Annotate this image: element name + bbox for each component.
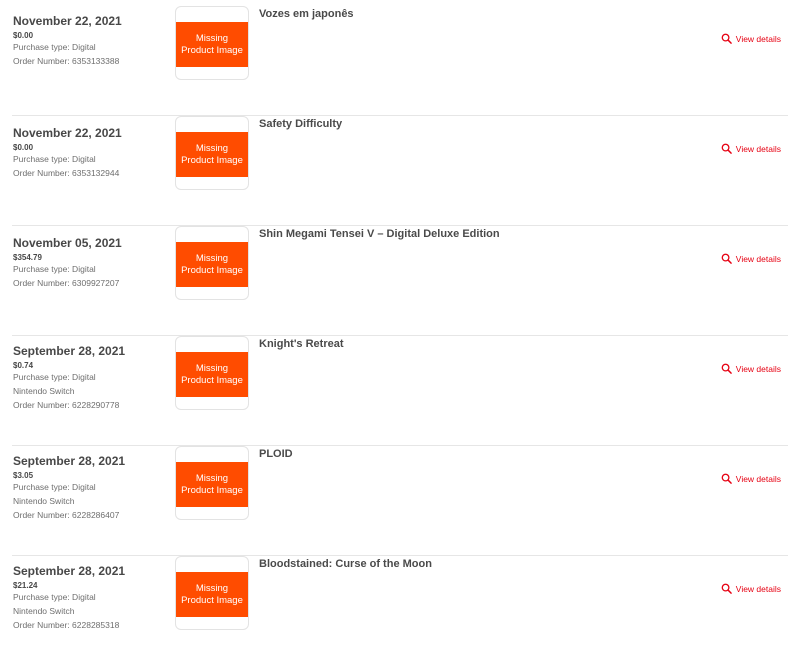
product-title[interactable]: Knight's Retreat (259, 338, 344, 350)
missing-product-image: Missing Product Image (176, 132, 248, 177)
view-details-link[interactable]: View details (721, 143, 781, 154)
order-row: September 28, 2021 $3.05 Purchase type: … (12, 446, 788, 556)
search-icon (721, 253, 732, 264)
missing-image-line-2: Product Image (181, 44, 243, 56)
order-row: September 28, 2021 $0.74 Purchase type: … (12, 336, 788, 446)
product-title[interactable]: Bloodstained: Curse of the Moon (259, 558, 432, 570)
product-title[interactable]: Vozes em japonês (259, 8, 354, 20)
view-details-label: View details (735, 143, 781, 154)
order-date: September 28, 2021 (13, 564, 126, 578)
product-title[interactable]: Safety Difficulty (259, 118, 342, 130)
missing-product-image: Missing Product Image (176, 242, 248, 287)
order-row: September 28, 2021 $21.24 Purchase type:… (12, 556, 788, 646)
product-thumbnail[interactable]: Missing Product Image (175, 336, 249, 410)
view-details-label: View details (735, 33, 781, 44)
platform: Nintendo Switch (13, 496, 75, 506)
search-icon (721, 33, 732, 44)
missing-product-image: Missing Product Image (176, 572, 248, 617)
order-price: $0.00 (13, 31, 34, 40)
order-date: November 05, 2021 (13, 236, 122, 250)
missing-image-line-2: Product Image (181, 154, 243, 166)
missing-product-image: Missing Product Image (176, 352, 248, 397)
order-price: $21.24 (13, 581, 38, 590)
view-details-link[interactable]: View details (721, 33, 781, 44)
search-icon (721, 583, 732, 594)
missing-image-line-2: Product Image (181, 594, 243, 606)
purchase-type: Purchase type: Digital (13, 154, 96, 164)
order-row: November 22, 2021 $0.00 Purchase type: D… (12, 116, 788, 226)
order-date: September 28, 2021 (13, 454, 126, 468)
missing-image-line-2: Product Image (181, 484, 243, 496)
product-title[interactable]: Shin Megami Tensei V – Digital Deluxe Ed… (259, 228, 500, 240)
view-details-label: View details (735, 363, 781, 374)
purchase-type: Purchase type: Digital (13, 592, 96, 602)
view-details-link[interactable]: View details (721, 473, 781, 484)
view-details-link[interactable]: View details (721, 363, 781, 374)
purchase-type: Purchase type: Digital (13, 482, 96, 492)
order-date: November 22, 2021 (13, 14, 122, 28)
product-title[interactable]: PLOID (259, 448, 293, 460)
product-thumbnail[interactable]: Missing Product Image (175, 446, 249, 520)
missing-image-line-1: Missing (195, 32, 229, 44)
missing-image-line-2: Product Image (181, 374, 243, 386)
order-number: Order Number: 6228290778 (13, 400, 120, 410)
order-history-list: November 22, 2021 $0.00 Purchase type: D… (0, 0, 800, 646)
product-thumbnail[interactable]: Missing Product Image (175, 6, 249, 80)
purchase-type: Purchase type: Digital (13, 372, 96, 382)
search-icon (721, 143, 732, 154)
order-row: November 05, 2021 $354.79 Purchase type:… (12, 226, 788, 336)
product-thumbnail[interactable]: Missing Product Image (175, 556, 249, 630)
missing-image-line-1: Missing (195, 142, 229, 154)
order-price: $354.79 (13, 253, 42, 262)
view-details-label: View details (735, 583, 781, 594)
order-price: $0.00 (13, 143, 34, 152)
search-icon (721, 363, 732, 374)
product-thumbnail[interactable]: Missing Product Image (175, 116, 249, 190)
order-number: Order Number: 6309927207 (13, 278, 120, 288)
platform: Nintendo Switch (13, 386, 75, 396)
missing-image-line-2: Product Image (181, 264, 243, 276)
view-details-label: View details (735, 253, 781, 264)
order-price: $3.05 (13, 471, 34, 480)
order-date: September 28, 2021 (13, 344, 126, 358)
missing-product-image: Missing Product Image (176, 22, 248, 67)
order-date: November 22, 2021 (13, 126, 122, 140)
missing-image-line-1: Missing (195, 472, 229, 484)
order-number: Order Number: 6353132944 (13, 168, 120, 178)
order-number: Order Number: 6228286407 (13, 510, 120, 520)
order-number: Order Number: 6353133388 (13, 56, 120, 66)
order-number: Order Number: 6228285318 (13, 620, 120, 630)
search-icon (721, 473, 732, 484)
view-details-link[interactable]: View details (721, 583, 781, 594)
missing-image-line-1: Missing (195, 582, 229, 594)
order-row: November 22, 2021 $0.00 Purchase type: D… (12, 6, 788, 116)
purchase-type: Purchase type: Digital (13, 264, 96, 274)
product-thumbnail[interactable]: Missing Product Image (175, 226, 249, 300)
view-details-label: View details (735, 473, 781, 484)
platform: Nintendo Switch (13, 606, 75, 616)
order-price: $0.74 (13, 361, 34, 370)
missing-image-line-1: Missing (195, 252, 229, 264)
purchase-type: Purchase type: Digital (13, 42, 96, 52)
missing-image-line-1: Missing (195, 362, 229, 374)
missing-product-image: Missing Product Image (176, 462, 248, 507)
view-details-link[interactable]: View details (721, 253, 781, 264)
